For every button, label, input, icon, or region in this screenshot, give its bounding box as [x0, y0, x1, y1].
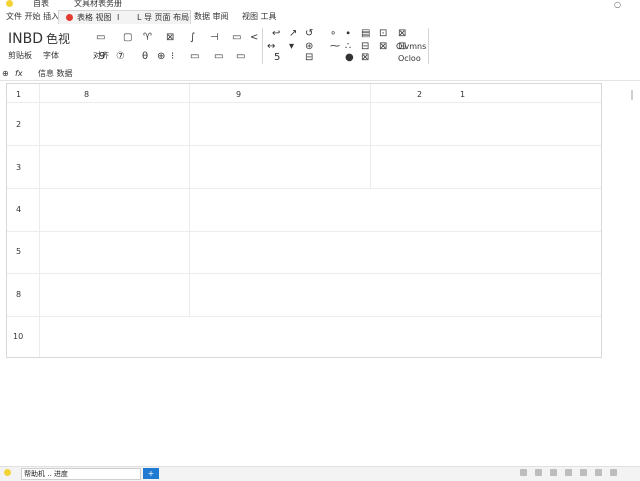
- row-number[interactable]: 4: [16, 205, 21, 214]
- border-icon[interactable]: ⊠: [166, 33, 174, 43]
- add-circle-icon[interactable]: ⊕: [157, 52, 165, 62]
- status-action-button[interactable]: +: [143, 468, 159, 479]
- app-icon: [6, 0, 13, 7]
- ribbon-group-clipboard: 剪贴板: [8, 51, 32, 60]
- arrow-icon[interactable]: ↗: [289, 29, 297, 39]
- theta-icon[interactable]: θ: [142, 52, 148, 62]
- tray-icon[interactable]: [580, 469, 587, 476]
- status-input-text: 帮助机 .. 进度: [24, 470, 68, 478]
- circle-number-icon[interactable]: ⑦: [116, 52, 125, 62]
- row-number[interactable]: 5: [16, 247, 21, 256]
- star-icon[interactable]: ⊛: [305, 42, 313, 52]
- tab-file[interactable]: 文件 开始 插入: [6, 10, 59, 23]
- split-icon[interactable]: ⊟: [305, 53, 313, 63]
- row-number[interactable]: 2: [16, 120, 21, 129]
- corner-cell: 1: [16, 90, 22, 99]
- color-label[interactable]: Ocloo: [398, 54, 421, 63]
- tray-icon[interactable]: [535, 469, 542, 476]
- column-header[interactable]: 8: [84, 90, 89, 99]
- ribbon: INBD 色视 剪贴板 字体 对齐 ▭ ▢ ♈ ⊠ ∫ ⊣ ▭ < 9 ⑦ θ …: [0, 24, 640, 69]
- tab-active-label: 表格 视图: [77, 13, 112, 22]
- tray-icon[interactable]: [550, 469, 557, 476]
- column-header[interactable]: 9: [236, 90, 241, 99]
- tab-data[interactable]: 数据 审阅: [194, 10, 229, 23]
- row-number[interactable]: 3: [16, 163, 21, 172]
- column-header[interactable]: 1: [460, 90, 465, 99]
- dropdown-icon[interactable]: ▾: [289, 42, 294, 52]
- tab-active-right-label: L 导 页面 布局: [137, 13, 190, 22]
- format-icon[interactable]: ♈: [143, 33, 152, 43]
- window-title: 文具材表务册: [74, 0, 122, 8]
- align-icon[interactable]: ▭: [96, 33, 105, 43]
- formula-bar: ⊕ fx 信息 数据: [0, 68, 640, 81]
- close-icon[interactable]: ○: [614, 1, 622, 9]
- ribbon-big-label-2[interactable]: 色视: [46, 33, 70, 45]
- tray-icon[interactable]: [595, 469, 602, 476]
- tray-icon[interactable]: [520, 469, 527, 476]
- wrap-icon[interactable]: ▭: [190, 52, 199, 62]
- box-icon[interactable]: ▢: [123, 33, 132, 43]
- row-number[interactable]: 10: [13, 332, 23, 341]
- ribbon-divider: [262, 28, 263, 64]
- row-number[interactable]: 8: [16, 290, 21, 299]
- tab-active-divider: I: [117, 13, 120, 22]
- fill-icon[interactable]: ▭: [214, 52, 223, 62]
- bullet-icon[interactable]: ∙: [345, 29, 351, 39]
- ribbon-divider-2: [428, 28, 429, 64]
- close-box-icon[interactable]: ⊠: [361, 53, 369, 63]
- refresh-icon[interactable]: ↺: [305, 29, 313, 39]
- tray-icon[interactable]: [610, 469, 617, 476]
- grid-icon[interactable]: ⊠: [398, 29, 406, 39]
- tab-active[interactable]: 表格 视图 I L 导 页面 布局: [58, 10, 191, 25]
- title-text-left: 自表: [33, 0, 49, 8]
- status-indicator-icon: [4, 469, 11, 476]
- cross-box-icon[interactable]: ⊠: [379, 42, 387, 52]
- formula-input[interactable]: 信息 数据: [38, 69, 73, 78]
- status-input[interactable]: 帮助机 .. 进度: [21, 468, 141, 480]
- minus-box-icon[interactable]: ⊟: [361, 42, 369, 52]
- columns-label[interactable]: Olvmns: [396, 42, 426, 51]
- status-bar: 帮助机 .. 进度 +: [0, 466, 640, 481]
- spreadsheet-grid[interactable]: 1 8 9 2 1 2 3 4 5 8 10: [6, 83, 602, 358]
- vertical-scrollbar[interactable]: [631, 90, 633, 100]
- fx-icon[interactable]: fx: [15, 69, 23, 78]
- tray-icon[interactable]: [565, 469, 572, 476]
- frame-icon[interactable]: ⊡: [379, 29, 387, 39]
- ribbon-big-label[interactable]: INBD: [8, 32, 43, 46]
- merge-icon[interactable]: ▭: [232, 33, 241, 43]
- more-icon[interactable]: ⁝: [171, 52, 174, 62]
- function-icon[interactable]: ∫: [190, 33, 195, 43]
- tab-tools[interactable]: 视图 工具: [242, 10, 277, 23]
- record-icon: [66, 14, 73, 21]
- number-icon[interactable]: 5: [274, 53, 280, 63]
- ribbon-group-font: 字体: [43, 51, 59, 60]
- therefore-icon[interactable]: ∴: [345, 42, 351, 52]
- wave-icon[interactable]: ⁓: [330, 42, 340, 52]
- chevron-left-icon[interactable]: <: [250, 33, 258, 43]
- undo-icon[interactable]: ↩: [272, 29, 280, 39]
- record-dot-icon[interactable]: ●: [345, 53, 354, 63]
- dot-icon[interactable]: ∘: [330, 29, 336, 39]
- font-size-icon[interactable]: 9: [99, 52, 105, 62]
- list-icon[interactable]: ▤: [361, 29, 370, 39]
- column-header[interactable]: 2: [417, 90, 422, 99]
- cell-reference[interactable]: ⊕: [2, 69, 9, 78]
- indent-icon[interactable]: ⊣: [210, 33, 219, 43]
- title-bar: 自表 文具材表务册 ○: [0, 0, 640, 9]
- resize-icon[interactable]: ↔: [267, 42, 275, 52]
- table-icon[interactable]: ▭: [236, 52, 245, 62]
